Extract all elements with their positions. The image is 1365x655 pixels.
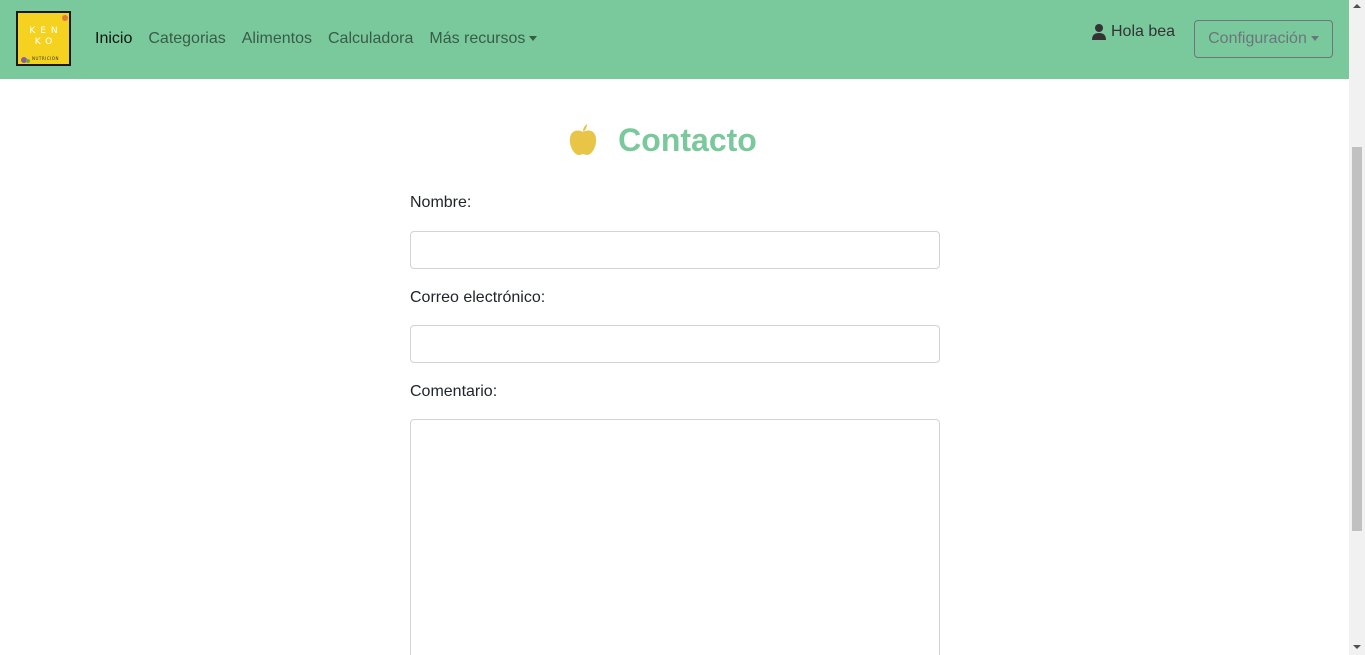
contact-form: Nombre: Correo electrónico: Comentario: [410, 192, 940, 655]
page-title: Contacto [618, 122, 757, 158]
page-header: Contacto [0, 118, 1349, 162]
nav-item-alimentos[interactable]: Alimentos [234, 27, 320, 51]
apple-icon [570, 124, 597, 155]
nav-item-inicio[interactable]: Inicio [87, 27, 140, 51]
caret-down-icon [529, 35, 538, 41]
email-input[interactable] [410, 325, 940, 363]
nav-item-categorias[interactable]: Categorias [140, 27, 233, 51]
fruit-decoration-icon [62, 15, 68, 21]
logo-text-line1: KEN [29, 26, 63, 36]
page-scrollbar[interactable] [1349, 0, 1365, 655]
navbar: KEN KO NUTRICIÓN Inicio Categorias Alime… [0, 0, 1349, 79]
nav-item-mas-recursos[interactable]: Más recursos [421, 27, 545, 51]
user-icon [1092, 24, 1106, 40]
fruit-decoration-icon [26, 59, 30, 63]
scroll-thumb[interactable] [1352, 147, 1362, 531]
name-label: Nombre: [410, 194, 472, 211]
comment-label: Comentario: [410, 383, 498, 400]
configuration-label: Configuración [1208, 30, 1307, 47]
nav-item-mas-recursos-label: Más recursos [429, 30, 526, 47]
name-input[interactable] [410, 231, 940, 269]
nav-item-calculadora[interactable]: Calculadora [320, 27, 421, 51]
main-nav: Inicio Categorias Alimentos Calculadora … [87, 27, 545, 51]
logo-text-line2: KO [34, 37, 58, 47]
scroll-down-icon[interactable] [1353, 645, 1361, 649]
caret-down-icon [1310, 35, 1319, 41]
brand-logo[interactable]: KEN KO NUTRICIÓN [16, 11, 71, 66]
logo-tagline: NUTRICIÓN [32, 56, 59, 61]
comment-textarea[interactable] [410, 419, 940, 655]
scroll-up-icon[interactable] [1353, 4, 1361, 8]
configuration-dropdown-button[interactable]: Configuración [1194, 20, 1333, 58]
user-greeting[interactable]: Hola bea [1092, 20, 1175, 44]
email-label: Correo electrónico: [410, 289, 546, 306]
user-greeting-text: Hola bea [1111, 23, 1176, 40]
